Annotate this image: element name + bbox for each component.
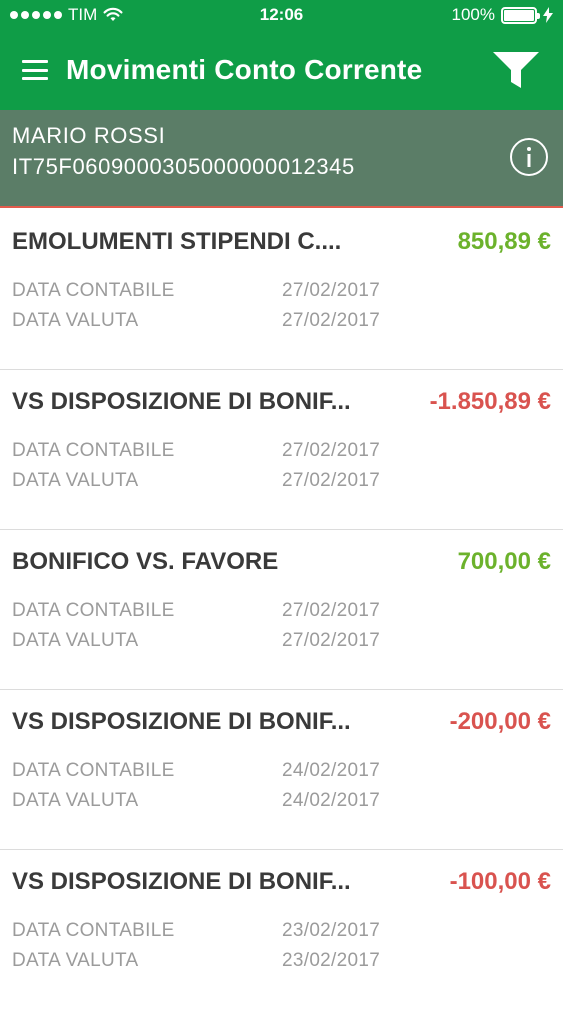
- data-valuta-label: DATA VALUTA: [12, 630, 139, 651]
- movement-row[interactable]: VS DISPOSIZIONE DI BONIF... -200,00 € DA…: [0, 690, 563, 850]
- data-contabile-value: 23/02/2017: [282, 920, 381, 941]
- movement-amount: -100,00 €: [449, 868, 551, 895]
- data-contabile-value: 27/02/2017: [282, 440, 381, 461]
- movement-row[interactable]: VS DISPOSIZIONE DI BONIF... -1.850,89 € …: [0, 370, 563, 530]
- data-valuta-value: 23/02/2017: [282, 950, 381, 971]
- status-bar: TIM 12:06 100%: [0, 0, 563, 30]
- movement-description: BONIFICO VS. FAVORE: [12, 548, 279, 575]
- data-contabile-label: DATA CONTABILE: [12, 440, 175, 461]
- battery-icon: [501, 6, 540, 24]
- movement-description: VS DISPOSIZIONE DI BONIF...: [12, 388, 351, 415]
- data-valuta-value: 27/02/2017: [282, 470, 381, 491]
- data-valuta-label: DATA VALUTA: [12, 310, 139, 331]
- charging-bolt-icon: [543, 7, 553, 23]
- wifi-icon: [103, 7, 123, 21]
- movement-row[interactable]: EMOLUMENTI STIPENDI C.... 850,89 € DATA …: [0, 210, 563, 370]
- data-contabile-label: DATA CONTABILE: [12, 280, 175, 301]
- movement-description: VS DISPOSIZIONE DI BONIF...: [12, 868, 351, 895]
- carrier-name: TIM: [68, 5, 98, 24]
- account-holder-name: MARIO ROSSI: [12, 123, 166, 148]
- movement-amount: -200,00 €: [449, 708, 551, 735]
- data-valuta-label: DATA VALUTA: [12, 470, 139, 491]
- data-valuta-value: 27/02/2017: [282, 630, 381, 651]
- info-circle-icon[interactable]: [509, 137, 549, 177]
- movement-description: VS DISPOSIZIONE DI BONIF...: [12, 708, 351, 735]
- page-title: Movimenti Conto Corrente: [66, 54, 423, 85]
- data-valuta-label: DATA VALUTA: [12, 950, 139, 971]
- status-right: 100%: [452, 5, 553, 25]
- data-contabile-value: 27/02/2017: [282, 280, 381, 301]
- data-contabile-value: 27/02/2017: [282, 600, 381, 621]
- data-contabile-label: DATA CONTABILE: [12, 920, 175, 941]
- account-iban: IT75F0609000305000000012345: [12, 154, 355, 179]
- movement-description: EMOLUMENTI STIPENDI C....: [12, 228, 342, 255]
- data-contabile-label: DATA CONTABILE: [12, 600, 175, 621]
- app-header: Movimenti Conto Corrente: [0, 30, 563, 110]
- account-banner: MARIO ROSSI IT75F0609000305000000012345: [0, 110, 563, 208]
- status-left: TIM: [10, 5, 123, 25]
- movement-amount: 850,89 €: [457, 228, 551, 255]
- filter-funnel-icon[interactable]: [491, 49, 541, 91]
- movement-amount: 700,00 €: [457, 548, 551, 575]
- data-contabile-value: 24/02/2017: [282, 760, 381, 781]
- data-valuta-label: DATA VALUTA: [12, 790, 139, 811]
- movement-amount: -1.850,89 €: [429, 388, 551, 415]
- movement-row[interactable]: BONIFICO VS. FAVORE 700,00 € DATA CONTAB…: [0, 530, 563, 690]
- data-contabile-label: DATA CONTABILE: [12, 760, 175, 781]
- data-valuta-value: 24/02/2017: [282, 790, 381, 811]
- data-valuta-value: 27/02/2017: [282, 310, 381, 331]
- battery-percent: 100%: [451, 5, 495, 24]
- signal-dots-icon: [10, 11, 62, 19]
- movements-list: EMOLUMENTI STIPENDI C.... 850,89 € DATA …: [0, 210, 563, 1010]
- hamburger-icon[interactable]: [22, 60, 48, 80]
- movement-row[interactable]: VS DISPOSIZIONE DI BONIF... -100,00 € DA…: [0, 850, 563, 1010]
